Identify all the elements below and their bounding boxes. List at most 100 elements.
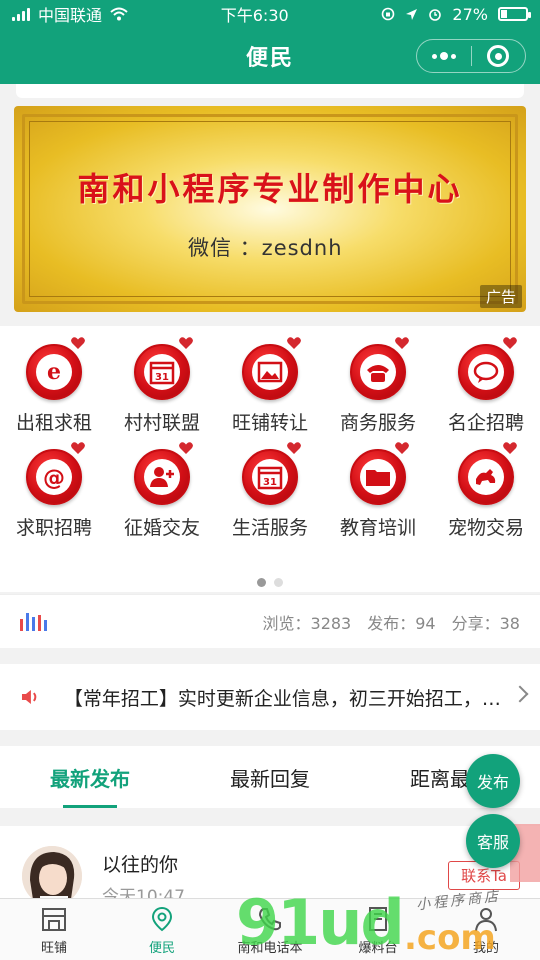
category-label: 宠物交易 xyxy=(447,517,524,539)
close-button[interactable] xyxy=(472,40,526,72)
battery-fill xyxy=(500,10,508,18)
category-badge xyxy=(458,344,514,400)
category-icon-wrap: 31 xyxy=(242,442,301,505)
category-icon-wrap: e xyxy=(26,337,85,400)
category-label: 生活服务 xyxy=(231,517,308,539)
tabbar-item-news[interactable]: 爆料台 xyxy=(324,899,432,960)
wifi-icon xyxy=(110,7,128,21)
tabbar-item-phonebook[interactable]: 南和电话本 xyxy=(216,899,324,960)
category-badge xyxy=(242,344,298,400)
category-label: 征婚交友 xyxy=(123,517,200,539)
category-badge xyxy=(350,344,406,400)
category-icon-disc xyxy=(144,459,180,495)
tabbar-label: 我的 xyxy=(472,941,499,956)
category-icon-wrap xyxy=(458,337,517,400)
svg-text:@: @ xyxy=(43,466,65,491)
ad-banner[interactable]: 南和小程序专业制作中心 微信 ：zesdnh 广告 xyxy=(14,106,526,312)
category-icon-disc xyxy=(360,459,396,495)
location-pin-icon xyxy=(151,906,173,932)
page-indicator xyxy=(0,578,540,587)
category-badge xyxy=(134,449,190,505)
tab-replies[interactable]: 最新回复 xyxy=(180,746,360,808)
category-icon-disc xyxy=(252,354,288,390)
category-icon-wrap xyxy=(350,442,409,505)
customer-service-button[interactable]: 客服 xyxy=(466,814,520,868)
dog-icon xyxy=(476,469,496,485)
category-icon-disc: 31 xyxy=(144,354,180,390)
publish-button[interactable]: 发布 xyxy=(466,754,520,808)
category-item[interactable]: 商务服务 xyxy=(324,337,432,435)
notice-text: 【常年招工】实时更新企业信息，初三开始招工，… xyxy=(63,687,501,710)
shop-icon xyxy=(42,908,66,931)
stats-chart-icon xyxy=(20,612,47,631)
news-icon xyxy=(369,907,387,931)
title-bar: 便民 xyxy=(0,28,540,84)
speaker-icon xyxy=(21,690,37,704)
category-label: 旺铺转让 xyxy=(231,412,308,434)
battery-icon xyxy=(497,7,531,21)
category-item[interactable]: 征婚交友 xyxy=(108,442,216,540)
category-item[interactable]: 宠物交易 xyxy=(432,442,540,540)
heart-icon xyxy=(71,337,85,349)
tabbar-item-service[interactable]: 便民 xyxy=(108,899,216,960)
chat-icon xyxy=(473,361,499,383)
avatar-image xyxy=(22,846,82,906)
category-icon-wrap xyxy=(458,442,517,505)
category-icon-disc: 31 xyxy=(252,459,288,495)
category-icon-wrap xyxy=(242,337,301,400)
category-icon-wrap: 31 xyxy=(134,337,193,400)
category-badge: e xyxy=(26,344,82,400)
category-item[interactable]: 教育培训 xyxy=(324,442,432,540)
category-label: 名企招聘 xyxy=(447,412,524,434)
user-icon xyxy=(475,908,497,932)
svg-text:31: 31 xyxy=(263,477,277,488)
at-icon: @ xyxy=(43,466,65,491)
folder-icon xyxy=(366,470,390,486)
category-item[interactable]: @ 求职招聘 xyxy=(0,442,108,540)
category-item[interactable]: 旺铺转让 xyxy=(216,337,324,435)
avatar[interactable] xyxy=(22,846,82,906)
category-badge xyxy=(350,449,406,505)
heart-icon xyxy=(395,442,409,454)
status-bar: 中国联通 下午6:30 27% xyxy=(0,0,540,28)
location-icon xyxy=(406,8,418,20)
alarm-icon xyxy=(429,9,442,21)
category-label: 村村联盟 xyxy=(123,412,200,434)
post-card[interactable]: 以往的你 今天10:47 联系Ta xyxy=(0,826,540,907)
signal-icon xyxy=(12,7,30,21)
category-item[interactable]: 名企招聘 xyxy=(432,337,540,435)
svg-text:31: 31 xyxy=(155,372,169,383)
category-item[interactable]: 31 村村联盟 xyxy=(108,337,216,435)
category-panel: e 出租求租 31 村村联盟 旺铺转让 商务服务 名企招聘 @ 求职招聘 征婚交友 31 生活服务 教育… xyxy=(0,326,540,592)
category-badge: 31 xyxy=(242,449,298,505)
category-icon-disc xyxy=(468,459,504,495)
tabbar-item-shop[interactable]: 旺铺 xyxy=(0,899,108,960)
tabbar-label: 便民 xyxy=(148,941,175,956)
tabbar-item-me[interactable]: 我的 xyxy=(432,899,540,960)
search-strip xyxy=(16,84,524,98)
banner-headline: 南和小程序专业制作中心 xyxy=(77,170,463,208)
category-label: 出租求租 xyxy=(15,412,92,434)
category-label: 商务服务 xyxy=(339,412,416,434)
category-icon-disc xyxy=(468,354,504,390)
stats-bar: 浏览：3283 发布：94 分享：38 xyxy=(0,594,540,648)
more-button[interactable] xyxy=(417,40,471,72)
category-item[interactable]: 31 生活服务 xyxy=(216,442,324,540)
heart-icon xyxy=(287,442,301,454)
page-dot xyxy=(274,578,283,587)
tabbar-label: 爆料台 xyxy=(358,941,398,956)
calendar-icon: 31 xyxy=(257,466,283,490)
tabbar-label: 旺铺 xyxy=(40,941,67,956)
category-badge: 31 xyxy=(134,344,190,400)
category-item[interactable]: e 出租求租 xyxy=(0,337,108,435)
category-icon-disc: e xyxy=(36,354,72,390)
tab-latest[interactable]: 最新发布 xyxy=(0,746,180,808)
clock: 下午6:30 xyxy=(220,6,289,25)
calendar-icon: 31 xyxy=(149,361,175,385)
notice-bar[interactable]: 【常年招工】实时更新企业信息，初三开始招工，… xyxy=(0,664,540,730)
page-title: 便民 xyxy=(245,46,294,71)
bottom-tab-bar: 旺铺 便民 南和电话本 爆料台 我的 xyxy=(0,898,540,960)
ie-icon: e xyxy=(47,359,61,385)
category-badge: @ xyxy=(26,449,82,505)
svg-text:e: e xyxy=(47,359,61,385)
